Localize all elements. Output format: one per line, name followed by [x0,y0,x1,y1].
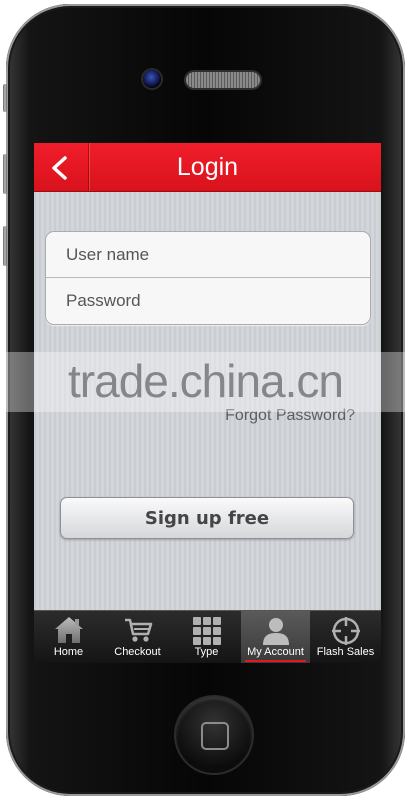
tab-bar: Home Checkout Type My Account Flash Sale… [34,610,381,663]
tab-checkout-label: Checkout [114,646,161,658]
crosshair-icon [331,617,360,645]
header-bar: Login [34,143,381,192]
cart-icon [124,618,152,642]
tab-type-label: Type [194,646,219,658]
tab-home-label: Home [53,646,84,658]
earpiece-speaker [186,72,260,88]
tab-flash-sales[interactable]: Flash Sales [310,611,381,663]
tab-my-account-label: My Account [247,646,304,658]
volume-down-button [3,226,7,266]
grid-icon [192,617,221,645]
tab-my-account[interactable]: My Account [241,611,310,663]
username-input[interactable] [46,232,370,278]
watermark-text: trade.china.cn [68,355,344,407]
front-camera [143,70,161,88]
home-icon [54,617,83,643]
login-form [45,231,371,325]
user-icon [262,618,289,645]
page-title: Login [176,153,239,181]
tab-type[interactable]: Type [172,611,241,663]
tab-checkout[interactable]: Checkout [103,611,172,663]
silent-switch [3,84,7,112]
home-button-square-icon [201,722,229,750]
active-tab-indicator [245,660,306,662]
volume-up-button [3,154,7,194]
tab-flash-sales-label: Flash Sales [316,646,375,658]
tab-home[interactable]: Home [34,611,103,663]
password-input[interactable] [46,278,370,324]
home-button[interactable] [176,697,252,773]
watermark-band: trade.china.cn [0,352,411,412]
signup-button[interactable]: Sign up free [60,497,354,539]
